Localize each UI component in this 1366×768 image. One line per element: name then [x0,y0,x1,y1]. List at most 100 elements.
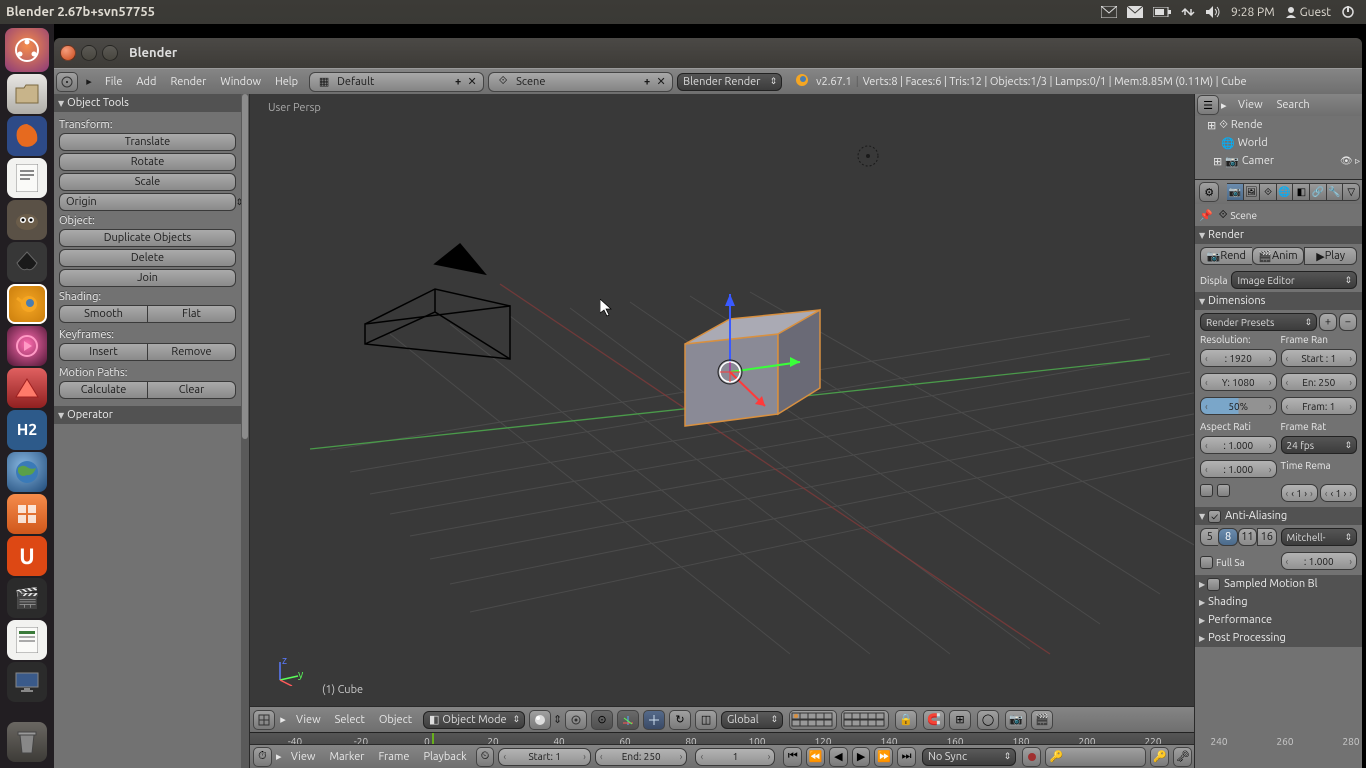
translate-button[interactable]: Translate [59,133,236,151]
sync-dropdown[interactable]: No Sync [922,748,1016,766]
end-frame-field[interactable]: End: 250 [595,748,688,766]
fps-dropdown[interactable]: 24 fps [1281,436,1358,454]
monitor-icon[interactable] [7,662,47,702]
keyframe-prev-icon[interactable]: ⏪ [806,747,825,767]
render-panel-header[interactable]: Render [1195,226,1362,244]
render-presets-dropdown[interactable]: Render Presets [1200,313,1317,331]
preset-remove-button[interactable]: − [1339,313,1357,331]
render-layers-tab-icon[interactable]: 🖼 [1244,183,1261,201]
object-menu[interactable]: Object [372,714,419,726]
inkscape-icon[interactable] [7,242,47,282]
display-dropdown[interactable]: Image Editor [1231,271,1357,289]
editor-type-icon[interactable] [56,72,78,92]
post-processing-panel-header[interactable]: Post Processing [1195,629,1362,647]
data-tab-icon[interactable]: ▽ [1343,183,1360,201]
keying-delete-icon[interactable]: 🗝 [1173,747,1192,767]
frame-start-field[interactable]: Start : 1 [1281,349,1358,367]
battery-icon[interactable] [1153,7,1171,17]
pivot-icon[interactable] [565,710,587,730]
3d-viewport[interactable]: User Persp [250,94,1194,732]
outliner-view-menu[interactable]: View [1231,99,1270,111]
session-icon[interactable] [1341,5,1355,19]
timeline-view-menu[interactable]: View [284,751,323,763]
world-tab-icon[interactable]: 🌐 [1277,183,1294,201]
gimp-icon[interactable] [7,200,47,240]
view-menu[interactable]: View [289,714,328,726]
remap-old-field[interactable]: ‹ 1 › [1281,484,1318,502]
scene-delete-icon[interactable]: ✕ [654,75,668,88]
jump-end-icon[interactable]: ⏭ [897,747,916,767]
network-icon[interactable] [1181,5,1195,19]
resolution-pct-field[interactable]: 50% [1200,397,1277,415]
render-anim-icon[interactable]: 🎬 [1031,710,1053,730]
scene-browse-icon[interactable]: ⟐ [493,75,513,88]
object-tools-header[interactable]: Object Tools [54,94,241,112]
mode-dropdown[interactable]: ◧ Object Mode [423,711,525,729]
render-engine-dropdown[interactable]: Blender Render [677,73,782,91]
timeline[interactable]: -40-200204060801001201401601802002202402… [250,732,1194,768]
window-minimize-button[interactable] [81,45,97,61]
spreadsheet-icon[interactable] [7,620,47,660]
timeline-marker-menu[interactable]: Marker [322,751,371,763]
render-menu[interactable]: Render [163,76,213,88]
shading-panel-header[interactable]: Shading [1195,593,1362,611]
manipulator-toggle-icon[interactable] [617,710,639,730]
lock-camera-icon[interactable]: 🔒 [895,710,917,730]
aspect-x-field[interactable]: : 1.000 [1200,436,1277,454]
collapse-menus-icon[interactable]: ▸ [82,72,96,92]
render-button[interactable]: 📷Rend [1200,247,1252,265]
scene-add-icon[interactable]: + [640,76,654,88]
render-tab-icon[interactable]: 📷 [1227,183,1244,201]
manipulator-translate-icon[interactable] [643,710,665,730]
insert-keyframe-button[interactable]: Insert [59,343,147,361]
orange-app-icon[interactable] [7,494,47,534]
window-maximize-button[interactable] [102,45,118,61]
document-icon[interactable] [7,158,47,198]
crop-checkbox[interactable] [1217,484,1230,497]
play-rendered-button[interactable]: ▶Play [1304,247,1357,265]
jump-start-icon[interactable]: ⏮ [783,747,802,767]
play-reverse-icon[interactable]: ◀ [829,747,848,767]
collapse-icon[interactable]: ▸ [274,750,284,763]
trash-icon[interactable] [7,722,47,762]
window-close-button[interactable] [60,45,76,61]
firefox-icon[interactable] [7,116,47,156]
layers-group-1[interactable] [789,710,837,730]
frame-step-field[interactable]: Fram: 1 [1281,397,1358,415]
dash-icon[interactable] [5,28,49,72]
file-menu[interactable]: File [98,76,129,88]
add-menu[interactable]: Add [129,76,163,88]
layout-browse-icon[interactable]: ▦ [314,75,334,88]
clapperboard-icon[interactable]: 🎬 [7,578,47,618]
editor-type-props-icon[interactable]: ⚙ [1199,182,1219,202]
remove-keyframe-button[interactable]: Remove [147,343,236,361]
join-button[interactable]: Join [59,269,236,287]
auto-keyframe-icon[interactable] [1022,747,1041,767]
operator-panel-header[interactable]: Operator [54,406,241,424]
scene-tab-icon[interactable]: ⟐ [1260,183,1277,201]
snap-type-icon[interactable]: ⊞ [949,710,971,730]
mail-indicator-icon[interactable] [1101,6,1117,18]
modifiers-tab-icon[interactable]: 🔧 [1327,183,1344,201]
play-icon[interactable]: ▶ [852,747,871,767]
object-tab-icon[interactable]: ◧ [1293,183,1310,201]
aa-size-field[interactable]: : 1.000 [1281,552,1358,570]
current-frame-field[interactable]: 1 [695,748,775,766]
breadcrumb-scene[interactable]: Scene [1230,210,1257,221]
layout-delete-icon[interactable]: ✕ [465,75,479,88]
layout-add-icon[interactable]: + [451,76,465,88]
files-icon[interactable] [7,74,47,114]
ubuntu-one-icon[interactable]: U [7,536,47,576]
select-menu[interactable]: Select [328,714,372,726]
resolution-y-field[interactable]: Y: 1080 [1200,373,1277,391]
shading-sphere-icon[interactable] [529,710,551,730]
aa-16-button[interactable]: 16 [1257,528,1276,546]
sound-icon[interactable] [1205,5,1221,19]
aa-checkbox[interactable] [1208,510,1221,523]
proportional-icon[interactable]: ◯ [977,710,999,730]
pivot-individual-icon[interactable]: ⊙ [591,710,613,730]
manipulator-rotate-icon[interactable]: ↻ [669,710,691,730]
rotate-button[interactable]: Rotate [59,153,236,171]
use-preview-range-icon[interactable]: ⏲ [476,747,495,767]
collapse-icon[interactable]: ▸ [277,713,289,726]
